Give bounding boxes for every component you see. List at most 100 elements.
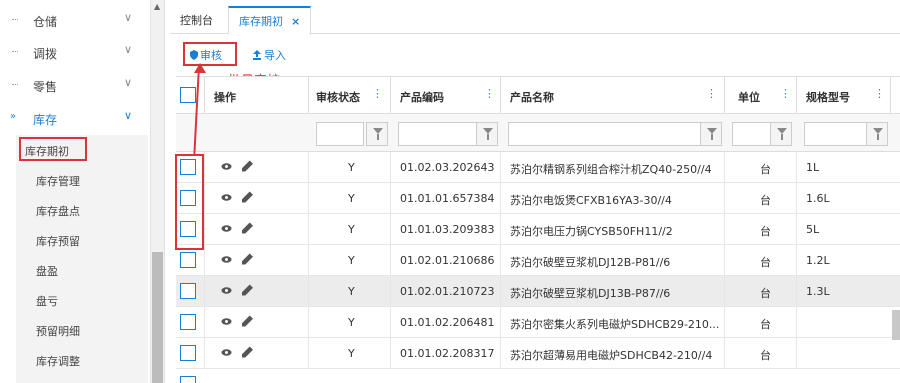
row-checkbox[interactable] (180, 252, 196, 268)
header-unit[interactable]: 单位 (738, 89, 760, 105)
col-divider (204, 245, 205, 276)
col-divider (204, 338, 205, 369)
eye-icon[interactable] (221, 192, 232, 203)
eye-icon[interactable] (221, 254, 232, 265)
col-divider (500, 183, 501, 214)
column-menu-icon[interactable]: ⋮ (484, 87, 495, 100)
edit-icon[interactable] (242, 253, 253, 265)
submenu-item-label: 库存调整 (36, 355, 80, 368)
col-divider (390, 152, 391, 183)
spec-filter-input[interactable] (804, 122, 868, 146)
col-divider (390, 77, 391, 115)
submenu-item-reserve-detail[interactable]: 预留明细 (16, 315, 148, 345)
edit-icon[interactable] (242, 222, 253, 234)
sidebar-scrollbar[interactable]: ▲ (150, 0, 164, 383)
col-divider (204, 152, 205, 183)
tree-dash (12, 51, 18, 52)
edit-icon[interactable] (242, 346, 253, 358)
header-code[interactable]: 产品编码 (400, 89, 444, 105)
status-filter-input[interactable] (316, 122, 364, 146)
submenu-item-management[interactable]: 库存管理 (16, 165, 148, 195)
cell-spec: 1L (806, 161, 820, 174)
audit-highlight-box (183, 42, 237, 66)
eye-icon[interactable] (221, 316, 232, 327)
col-divider (724, 245, 725, 276)
submenu-item-stocktake[interactable]: 库存盘点 (16, 195, 148, 225)
sidebar-item-label: 仓储 (33, 15, 58, 29)
scroll-up-icon[interactable]: ▲ (154, 2, 160, 11)
checkbox-highlight-box (175, 154, 204, 250)
col-divider (308, 77, 309, 115)
cell-unit: 台 (760, 194, 771, 207)
table-row[interactable]: Y 01.01.02.208317 苏泊尔超薄易用电磁炉SDHCB42-210//4… (176, 338, 900, 369)
import-button[interactable]: 导入 (252, 47, 286, 63)
table-row[interactable]: Y 01.01.01.657384 苏泊尔电饭煲CFXB16YA3-30//4 台 1.… (176, 183, 900, 214)
col-divider (724, 77, 725, 115)
table-row[interactable]: Y 01.01.02.206481 苏泊尔密集火系列电磁炉SDHCB29-210..… (176, 307, 900, 338)
spec-filter-button[interactable] (866, 122, 888, 146)
edit-icon[interactable] (242, 191, 253, 203)
row-checkbox[interactable] (180, 314, 196, 330)
close-icon[interactable]: × (291, 15, 300, 28)
col-divider (308, 245, 309, 276)
col-divider (796, 338, 797, 369)
submenu-item-surplus[interactable]: 盘盈 (16, 255, 148, 285)
cell-name: 苏泊尔超薄易用电磁炉SDHCB42-210//4 (510, 349, 713, 362)
table-row[interactable]: Y 01.02.01.210723 苏泊尔破壁豆浆机DJ13B-P87//6 台 1.3… (176, 276, 900, 307)
submenu-item-reserve[interactable]: 库存预留 (16, 225, 148, 255)
scroll-thumb[interactable] (152, 252, 163, 383)
submenu-item-opening[interactable]: 库存期初 (19, 137, 87, 161)
filter-icon (373, 128, 383, 140)
tab-bar: 控制台 库存期初 × (170, 0, 900, 35)
eye-icon[interactable] (221, 347, 232, 358)
edit-icon[interactable] (242, 284, 253, 296)
tab-console[interactable]: 控制台 (170, 6, 223, 34)
unit-filter-button[interactable] (770, 122, 792, 146)
unit-filter-input[interactable] (732, 122, 772, 146)
sidebar-item-warehouse[interactable]: 仓储 ∨ (0, 6, 150, 34)
column-menu-icon[interactable]: ⋮ (706, 87, 717, 100)
header-status[interactable]: 审核状态 (316, 89, 360, 105)
code-filter-button[interactable] (476, 122, 498, 146)
table-scroll-thumb[interactable] (892, 310, 900, 340)
edit-icon[interactable] (242, 315, 253, 327)
table-row[interactable]: Y 01.01.03.209383 苏泊尔电压力锅CYSB50FH11//2 台 5L (176, 214, 900, 245)
name-filter-input[interactable] (508, 122, 704, 146)
status-filter-button[interactable] (366, 122, 388, 146)
eye-icon[interactable] (221, 223, 232, 234)
code-filter-input[interactable] (398, 122, 482, 146)
cell-status: Y (348, 347, 355, 360)
submenu-item-adjust[interactable]: 库存调整 (16, 345, 148, 375)
name-filter-button[interactable] (700, 122, 722, 146)
row-checkbox[interactable] (180, 376, 196, 383)
table-row[interactable]: Y 01.02.01.210686 苏泊尔破壁豆浆机DJ12B-P81//6 台 1.2… (176, 245, 900, 276)
table-row[interactable]: Y 01.02.03.202643 苏泊尔精钢系列组合榨汁机ZQ40-250//4 台… (176, 152, 900, 183)
eye-icon[interactable] (221, 161, 232, 172)
edit-icon[interactable] (242, 160, 253, 172)
col-divider (308, 214, 309, 245)
header-spec[interactable]: 规格型号 (806, 89, 850, 105)
cell-unit: 台 (760, 349, 771, 362)
col-divider (796, 307, 797, 338)
select-all-checkbox[interactable] (180, 87, 196, 103)
cell-spec: 5L (806, 223, 820, 236)
column-menu-icon[interactable]: ⋮ (780, 87, 791, 100)
eye-icon[interactable] (221, 285, 232, 296)
column-menu-icon[interactable]: ⋮ (874, 87, 885, 100)
sidebar-item-transfer[interactable]: 调拨 ∨ (0, 38, 150, 66)
col-divider (890, 77, 891, 115)
cell-spec: 1.2L (806, 254, 830, 267)
sidebar-item-retail[interactable]: 零售 ∨ (0, 71, 150, 99)
col-divider (390, 183, 391, 214)
submenu-item-label: 库存预留 (36, 235, 80, 248)
submenu-item-loss[interactable]: 盘亏 (16, 285, 148, 315)
row-checkbox[interactable] (180, 345, 196, 361)
table-row[interactable] (176, 369, 900, 383)
row-checkbox[interactable] (180, 283, 196, 299)
sidebar-item-inventory[interactable]: » 库存 ∨ (0, 104, 150, 132)
col-divider (308, 183, 309, 214)
tab-opening-stock[interactable]: 库存期初 × (228, 6, 312, 35)
header-name[interactable]: 产品名称 (510, 89, 554, 105)
inventory-submenu: 库存期初 库存管理 库存盘点 库存预留 盘盈 盘亏 预留明细 库存调整 (16, 135, 148, 383)
column-menu-icon[interactable]: ⋮ (372, 87, 383, 100)
